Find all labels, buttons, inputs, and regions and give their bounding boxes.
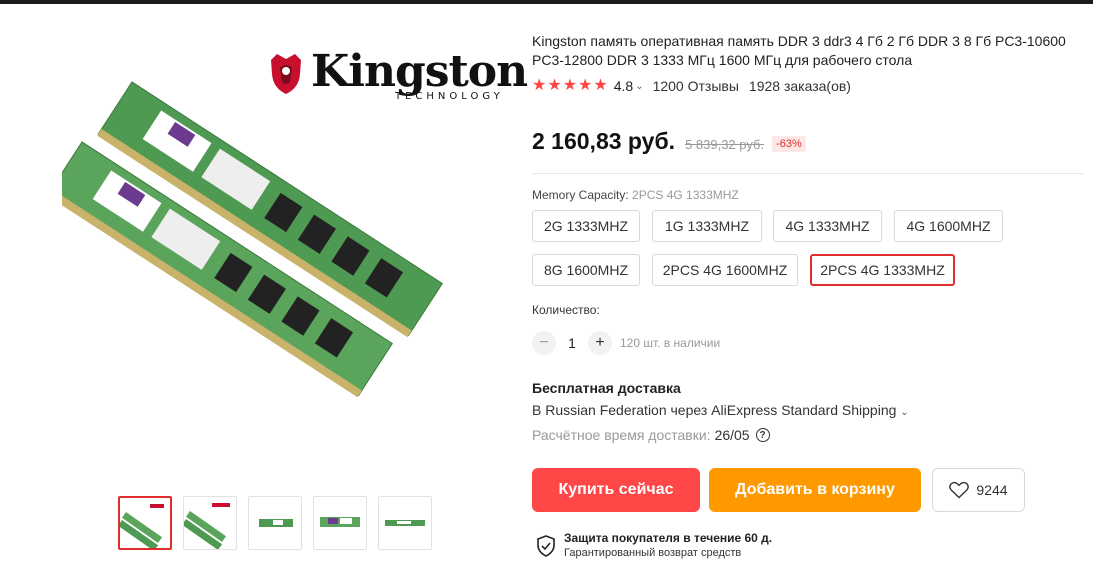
option-4g-1333mhz[interactable]: 4G 1333MHZ bbox=[773, 210, 882, 242]
product-title: Kingston память оперативная память DDR 3… bbox=[532, 33, 1066, 68]
delivery-time: Расчётное время доставки: 26/05 ? bbox=[532, 427, 770, 443]
memory-capacity-selected: 2PCS 4G 1333MHZ bbox=[632, 188, 739, 202]
wishlist-button[interactable]: 9244 bbox=[932, 468, 1025, 512]
thumbnail-ram-image bbox=[320, 517, 360, 527]
thumbnail-4[interactable] bbox=[313, 496, 367, 550]
rating-stars: ★ ★ ★ ★ ★ bbox=[532, 78, 608, 94]
delivery-time-label: Расчётное время доставки: bbox=[532, 427, 711, 443]
quantity-minus-button[interactable]: − bbox=[532, 331, 556, 355]
help-icon[interactable]: ? bbox=[755, 428, 770, 442]
add-to-cart-button[interactable]: Добавить в корзину bbox=[709, 468, 921, 512]
protection-subtitle: Гарантированный возврат средств bbox=[564, 547, 742, 559]
current-price: 2 160,83 руб. bbox=[532, 128, 676, 154]
divider bbox=[532, 173, 1084, 174]
old-price: 5 839,32 руб. bbox=[685, 137, 765, 152]
star-icon: ★ bbox=[562, 77, 578, 94]
buy-now-button[interactable]: Купить сейчас bbox=[532, 468, 700, 512]
buyer-protection: Защита покупателя в течение 60 д. Гарант… bbox=[537, 531, 772, 561]
shipping-title: Бесплатная доставка bbox=[532, 380, 681, 396]
shipping-method-text[interactable]: В Russian Federation через AliExpress St… bbox=[532, 402, 896, 418]
chevron-down-icon[interactable]: ⌄ bbox=[635, 81, 643, 92]
quantity-plus-button[interactable]: + bbox=[588, 331, 612, 355]
option-1g-1333mhz[interactable]: 1G 1333MHZ bbox=[652, 210, 762, 242]
thumbnail-5[interactable] bbox=[378, 496, 432, 550]
orders-count: 1928 заказа(ов) bbox=[748, 78, 851, 94]
option-2pcs-4g-1600mhz[interactable]: 2PCS 4G 1600MHZ bbox=[652, 254, 798, 286]
quantity-stepper: − 1 + 120 шт. в наличии bbox=[532, 331, 720, 355]
star-icon: ★ bbox=[532, 77, 547, 94]
wishlist-count: 9244 bbox=[976, 482, 1008, 498]
memory-capacity-title: Memory Capacity: bbox=[532, 188, 633, 202]
chevron-down-icon[interactable]: ⌄ bbox=[900, 407, 908, 418]
star-icon: ★ bbox=[578, 77, 593, 94]
thumbnail-ram-image bbox=[385, 520, 425, 526]
star-icon: ★ bbox=[547, 77, 562, 94]
ram-modules-illustration bbox=[62, 81, 443, 398]
discount-badge: -63% bbox=[772, 136, 806, 152]
heart-icon bbox=[949, 481, 970, 499]
quantity-value[interactable]: 1 bbox=[556, 335, 588, 351]
quantity-label: Количество: bbox=[532, 303, 600, 317]
option-2pcs-4g-1333mhz[interactable]: 2PCS 4G 1333MHZ bbox=[810, 254, 955, 286]
top-bar bbox=[0, 0, 1093, 4]
option-8g-1600mhz[interactable]: 8G 1600MHZ bbox=[532, 254, 640, 286]
memory-capacity-label: Memory Capacity: 2PCS 4G 1333MHZ bbox=[532, 188, 739, 202]
protection-title: Защита покупателя в течение 60 д. bbox=[564, 531, 773, 545]
rating-value[interactable]: 4.8 bbox=[614, 78, 633, 94]
star-icon: ★ bbox=[593, 77, 608, 94]
reviews-link[interactable]: 1200 Отзывы bbox=[653, 78, 739, 94]
stock-count: 120 шт. в наличии bbox=[620, 336, 721, 350]
delivery-date: 26/05 bbox=[714, 427, 750, 443]
thumbnail-3[interactable] bbox=[248, 496, 302, 550]
main-product-image[interactable]: Kingston TECHNOLOGY bbox=[62, 42, 528, 462]
price-row: 2 160,83 руб. 5 839,32 руб. -63% bbox=[532, 128, 806, 155]
thumbnail-2[interactable] bbox=[183, 496, 237, 550]
thumbnail-ram-image bbox=[120, 504, 164, 548]
thumbnail-1[interactable] bbox=[118, 496, 172, 550]
option-4g-1600mhz[interactable]: 4G 1600MHZ bbox=[894, 210, 1003, 242]
shipping-method[interactable]: В Russian Federation через AliExpress St… bbox=[532, 402, 909, 418]
thumbnail-ram-image bbox=[259, 519, 293, 527]
shield-check-icon bbox=[537, 535, 555, 557]
option-2g-1333mhz[interactable]: 2G 1333MHZ bbox=[532, 210, 640, 242]
rating-row: ★ ★ ★ ★ ★ 4.8 ⌄ 1200 Отзывы 1928 заказа(… bbox=[532, 77, 851, 95]
thumbnail-ram-image bbox=[184, 503, 230, 549]
